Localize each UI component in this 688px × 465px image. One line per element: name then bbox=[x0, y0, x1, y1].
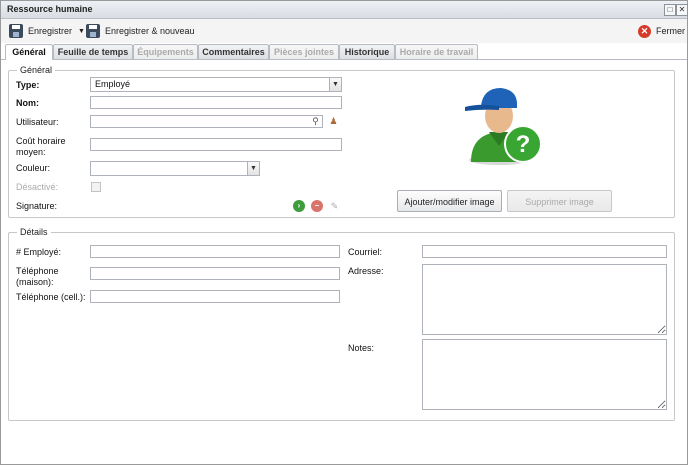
search-icon[interactable]: ⚲ bbox=[309, 115, 322, 128]
details-legend: Détails bbox=[17, 227, 51, 237]
tel-cell-label: Téléphone (cell.): bbox=[16, 292, 86, 302]
notes-label: Notes: bbox=[348, 343, 375, 353]
floppy-disk-icon bbox=[9, 24, 23, 38]
signature-label: Signature: bbox=[16, 201, 58, 211]
close-button[interactable]: ✕ Fermer bbox=[638, 23, 685, 39]
courriel-input[interactable] bbox=[422, 245, 667, 258]
maximize-icon[interactable]: □ bbox=[664, 4, 676, 16]
save-new-label: Enregistrer & nouveau bbox=[105, 26, 195, 36]
nom-input[interactable] bbox=[90, 96, 342, 109]
close-icon[interactable]: ✕ bbox=[676, 4, 688, 16]
tab-pieces-jointes: Pièces jointes bbox=[269, 44, 339, 59]
cout-horaire-input[interactable] bbox=[90, 138, 342, 151]
tel-maison-input[interactable] bbox=[90, 267, 340, 280]
tab-historique[interactable]: Historique bbox=[339, 44, 395, 59]
toolbar: Enregistrer ▼ Enregistrer & nouveau ✕ Fe… bbox=[1, 19, 687, 43]
tab-feuille-de-temps[interactable]: Feuille de temps bbox=[53, 44, 133, 59]
red-close-icon: ✕ bbox=[638, 24, 651, 38]
courriel-label: Courriel: bbox=[348, 247, 383, 257]
delete-image-button: Supprimer image bbox=[507, 190, 612, 212]
nom-label: Nom: bbox=[16, 98, 39, 108]
general-legend: Général bbox=[17, 65, 56, 75]
desactive-checkbox bbox=[91, 182, 101, 192]
close-label: Fermer bbox=[656, 26, 685, 36]
tel-cell-input[interactable] bbox=[90, 290, 340, 303]
tel-maison-label-line1: Téléphone bbox=[16, 266, 59, 276]
utilisateur-input[interactable] bbox=[90, 115, 323, 128]
add-image-button[interactable]: Ajouter/modifier image bbox=[397, 190, 502, 212]
floppy-disk-icon bbox=[86, 24, 100, 38]
utilisateur-label: Utilisateur: bbox=[16, 117, 59, 127]
couleur-label: Couleur: bbox=[16, 163, 51, 173]
tab-commentaires[interactable]: Commentaires bbox=[198, 44, 269, 59]
employe-input[interactable] bbox=[90, 245, 340, 258]
notes-textarea[interactable] bbox=[422, 339, 667, 410]
tab-equipements: Équipements bbox=[133, 44, 198, 59]
sign-pen-icon[interactable]: ✎ bbox=[328, 200, 341, 213]
employe-label: # Employé: bbox=[16, 247, 62, 257]
chevron-down-icon: ▼ bbox=[247, 162, 259, 175]
window-title: Ressource humaine bbox=[7, 4, 93, 14]
resource-window: Ressource humaine □ ✕ Enregistrer ▼ Enre… bbox=[0, 0, 688, 465]
tab-horaire-de-travail: Horaire de travail bbox=[395, 44, 478, 59]
user-picker-icon[interactable]: ♟ bbox=[327, 115, 340, 128]
cout-label-line1: Coût horaire bbox=[16, 136, 66, 146]
cout-horaire-label: Coût horaire moyen: bbox=[16, 136, 66, 158]
chevron-down-icon: ▼ bbox=[329, 78, 341, 91]
save-button[interactable]: Enregistrer ▼ bbox=[9, 23, 85, 39]
type-select-value: Employé bbox=[95, 79, 131, 89]
tel-maison-label: Téléphone (maison): bbox=[16, 266, 59, 288]
save-new-button[interactable]: Enregistrer & nouveau bbox=[86, 23, 195, 39]
type-label: Type: bbox=[16, 80, 40, 90]
tab-general[interactable]: Général bbox=[5, 44, 53, 60]
type-select[interactable]: Employé ▼ bbox=[90, 77, 342, 92]
add-signature-icon[interactable]: › bbox=[293, 200, 305, 212]
save-label: Enregistrer bbox=[28, 26, 73, 36]
delete-signature-icon[interactable]: – bbox=[311, 200, 323, 212]
couleur-select[interactable]: ▼ bbox=[90, 161, 260, 176]
chevron-down-icon[interactable]: ▼ bbox=[78, 28, 85, 35]
title-bar: Ressource humaine □ ✕ bbox=[1, 1, 688, 19]
desactive-label: Désactivé: bbox=[16, 182, 59, 192]
avatar: ? bbox=[465, 88, 542, 165]
adresse-textarea[interactable] bbox=[422, 264, 667, 335]
svg-text:?: ? bbox=[516, 131, 531, 158]
tab-bar: Général Feuille de temps Équipements Com… bbox=[1, 43, 687, 60]
adresse-label: Adresse: bbox=[348, 266, 384, 276]
cout-label-line2: moyen: bbox=[16, 147, 46, 157]
tel-maison-label-line2: (maison): bbox=[16, 277, 54, 287]
